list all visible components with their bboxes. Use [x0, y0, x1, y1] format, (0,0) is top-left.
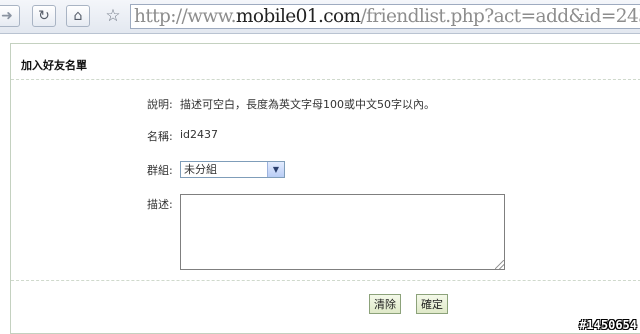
group-label: 群組:: [147, 164, 173, 177]
back-arrow-icon[interactable]: ➜: [0, 5, 20, 27]
resize-grip-icon[interactable]: [495, 260, 504, 269]
url-path: /friendlist.php?act=add&id=2437: [360, 6, 640, 27]
url-prefix: http://www.: [134, 6, 237, 27]
address-bar[interactable]: http://www.mobile01.com/friendlist.php?a…: [130, 4, 640, 29]
divider: [11, 280, 640, 281]
star-icon[interactable]: ☆: [102, 6, 124, 26]
description-textarea[interactable]: [180, 194, 505, 270]
name-label: 名稱:: [147, 130, 173, 143]
chevron-down-icon[interactable]: ▼: [267, 162, 284, 177]
confirm-button[interactable]: 確定: [416, 294, 448, 314]
name-value: id2437: [180, 128, 219, 141]
divider: [11, 79, 640, 80]
url-text: http://www.mobile01.com/friendlist.php?a…: [131, 5, 640, 28]
home-icon[interactable]: ⌂: [66, 5, 90, 27]
clear-button[interactable]: 清除: [369, 294, 401, 314]
browser-toolbar: ➜ ↻ ⌂ ☆ http://www.mobile01.com/friendli…: [0, 0, 640, 34]
url-domain: mobile01.com: [235, 6, 361, 27]
note-text: 描述可空白，長度為英文字母100或中文50字以內。: [180, 98, 435, 111]
desc-label: 描述:: [147, 198, 173, 211]
reload-icon[interactable]: ↻: [32, 5, 56, 27]
group-select[interactable]: 未分組 ▼: [180, 161, 285, 178]
watermark: #1450654: [579, 318, 637, 332]
note-label: 說明:: [147, 98, 173, 111]
page-title: 加入好友名單: [21, 59, 87, 72]
group-selected-value: 未分組: [184, 163, 217, 176]
add-friend-panel: 加入好友名單 說明: 描述可空白，長度為英文字母100或中文50字以內。 名稱:…: [10, 43, 640, 334]
